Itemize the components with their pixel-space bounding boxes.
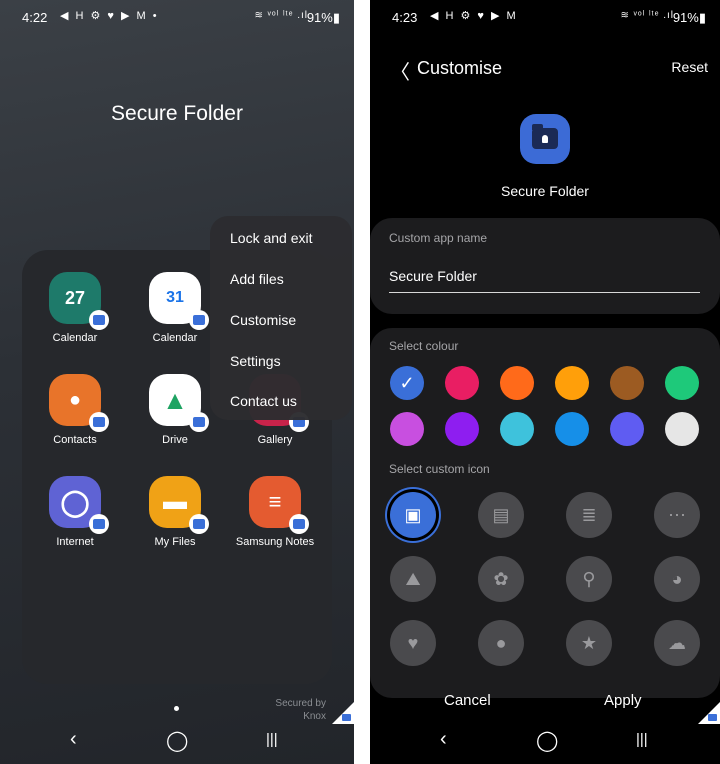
notification-icons: ◀ H ⚙ ♥ ▶ M • [60, 10, 159, 22]
menu-item-add-files[interactable]: Add files [230, 271, 284, 287]
signal-icon: ≋ ᵛᵒˡ ˡᵗᵉ .ıl [620, 10, 674, 21]
dog-icon[interactable]: ◕ [654, 556, 700, 602]
my-files-icon: ▬ [149, 476, 209, 534]
app-label: Internet [56, 536, 94, 548]
internet-icon: ◯ [49, 476, 109, 534]
select-icon-label: Select custom icon [389, 462, 490, 476]
notification-icons: ◀ H ⚙ ♥ ▶ M [430, 10, 518, 22]
menu-item-contact-us[interactable]: Contact us [230, 393, 297, 409]
app-label: Gallery [257, 434, 293, 446]
preview-app-name: Secure Folder [501, 183, 589, 199]
drive-icon: ▲ [149, 374, 209, 432]
input-underline [389, 292, 700, 293]
navigation-bar: ‹ ◯ ||| [370, 716, 720, 764]
colour-swatch[interactable] [665, 366, 699, 400]
colour-swatch[interactable] [500, 412, 534, 446]
chat-bubble-icon[interactable]: ⋯ [654, 492, 700, 538]
menu-item-lock-and-exit[interactable]: Lock and exit [230, 230, 313, 246]
secure-folder-corner-icon [332, 702, 354, 724]
custom-name-card: Custom app name Secure Folder [370, 218, 720, 314]
app-label: Samsung Notes [235, 536, 315, 548]
app-calendar[interactable]: 27 Calendar [25, 272, 125, 344]
document-icon[interactable]: ≣ [566, 492, 612, 538]
heart-face-icon[interactable]: ♥ [390, 620, 436, 666]
app-label: Drive [162, 434, 188, 446]
home-button[interactable]: ◯ [536, 728, 558, 753]
app-internet[interactable]: ◯ Internet [25, 476, 125, 548]
flower-icon[interactable]: ✿ [478, 556, 524, 602]
navigation-bar: ‹ ◯ ||| [0, 716, 354, 764]
colour-swatch[interactable] [500, 366, 534, 400]
colour-swatch[interactable] [390, 412, 424, 446]
battery-icon: 91%▮ [672, 10, 706, 25]
recents-button[interactable]: ||| [266, 731, 278, 748]
piggy-bank-icon[interactable]: ● [478, 620, 524, 666]
page-title: Customise [417, 58, 503, 78]
select-colour-label: Select colour [389, 339, 459, 353]
status-time: 4:22 [22, 10, 48, 25]
samsung-notes-icon: ≡ [249, 476, 309, 534]
customise-screen: 4:23 ◀ H ⚙ ♥ ▶ M ≋ ᵛᵒˡ ˡᵗᵉ .ıl 91%▮ 〈 Cu… [370, 0, 720, 764]
secure-folder-icon [520, 114, 570, 164]
star-face-icon[interactable]: ★ [566, 620, 612, 666]
colour-swatch[interactable]: ✓ [390, 366, 424, 400]
app-label: Calendar [52, 332, 98, 344]
status-time: 4:23 [392, 10, 418, 25]
app-contacts[interactable]: ● Contacts [25, 374, 125, 446]
action-bar: Cancel Apply [370, 680, 720, 720]
menu-item-settings[interactable]: Settings [230, 353, 281, 369]
app-samsung-notes[interactable]: ≡ Samsung Notes [225, 476, 325, 548]
status-bar: 4:22 ◀ H ⚙ ♥ ▶ M • ≋ ᵛᵒˡ ˡᵗᵉ .ıl 91%▮ [0, 0, 354, 34]
colour-swatch[interactable] [610, 412, 644, 446]
signal-icon: ≋ ᵛᵒˡ ˡᵗᵉ .ıl [254, 10, 308, 21]
page-title: Secure Folder [111, 102, 243, 125]
back-button[interactable]: ‹ [70, 728, 77, 751]
briefcase-icon[interactable]: ▤ [478, 492, 524, 538]
calendar-icon: 27 [49, 272, 109, 330]
menu-item-customise[interactable]: Customise [230, 312, 296, 328]
page-indicator [174, 706, 179, 711]
app-label: My Files [154, 536, 196, 548]
cancel-button[interactable]: Cancel [444, 692, 491, 709]
colour-swatch[interactable] [445, 412, 479, 446]
landscape-icon[interactable]: ⛰ [390, 556, 436, 602]
appearance-card: Select colour ✓ Select custom icon ▣ ▤ ≣ ⋯ ⛰… [370, 328, 720, 698]
app-my-files[interactable]: ▬ My Files [125, 476, 225, 548]
status-bar: 4:23 ◀ H ⚙ ♥ ▶ M ≋ ᵛᵒˡ ˡᵗᵉ .ıl 91%▮ [370, 0, 720, 34]
overflow-menu: Lock and exit Add files Customise Settin… [210, 216, 352, 420]
colour-swatch[interactable] [665, 412, 699, 446]
app-header: 〈 Customise Reset [370, 54, 720, 85]
check-icon: ✓ [399, 372, 415, 393]
app-label: Contacts [53, 434, 97, 446]
google-calendar-icon: 31 [149, 272, 209, 330]
battery-icon: 91%▮ [306, 10, 340, 25]
folder-lock-icon[interactable]: ▣ [390, 492, 436, 538]
custom-name-input[interactable]: Secure Folder [389, 268, 477, 284]
apply-button[interactable]: Apply [604, 692, 642, 709]
custom-name-label: Custom app name [389, 231, 488, 245]
secure-folder-screen: 4:22 ◀ H ⚙ ♥ ▶ M • ≋ ᵛᵒˡ ˡᵗᵉ .ıl 91%▮ Se… [0, 0, 354, 764]
back-arrow-icon[interactable]: 〈 [390, 56, 410, 85]
bicycle-icon[interactable]: ⚲ [566, 556, 612, 602]
recents-button[interactable]: ||| [636, 731, 648, 748]
reset-button[interactable]: Reset [671, 59, 708, 75]
contacts-icon: ● [49, 374, 109, 432]
colour-swatch[interactable] [610, 366, 644, 400]
home-button[interactable]: ◯ [166, 728, 188, 753]
colour-swatch[interactable] [555, 412, 589, 446]
cloud-face-icon[interactable]: ☁ [654, 620, 700, 666]
back-button[interactable]: ‹ [440, 728, 447, 751]
colour-swatch[interactable] [555, 366, 589, 400]
colour-swatch[interactable] [445, 366, 479, 400]
